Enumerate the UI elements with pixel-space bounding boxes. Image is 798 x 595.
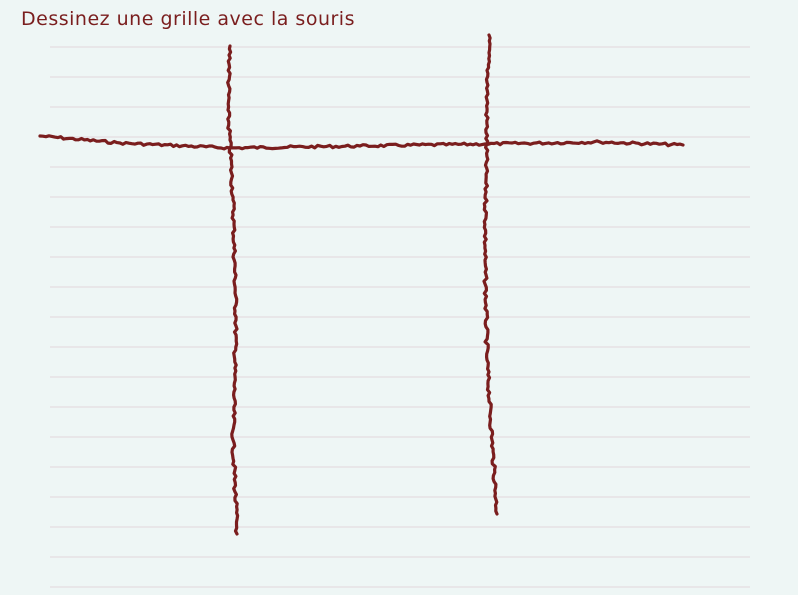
stroke-vertical-left — [226, 44, 240, 536]
instruction-title: Dessinez une grille avec la souris — [21, 8, 355, 30]
drawn-strokes — [38, 33, 685, 536]
ruled-lines — [50, 46, 750, 588]
stroke-horizontal — [38, 134, 685, 151]
drawing-canvas[interactable] — [0, 0, 798, 595]
